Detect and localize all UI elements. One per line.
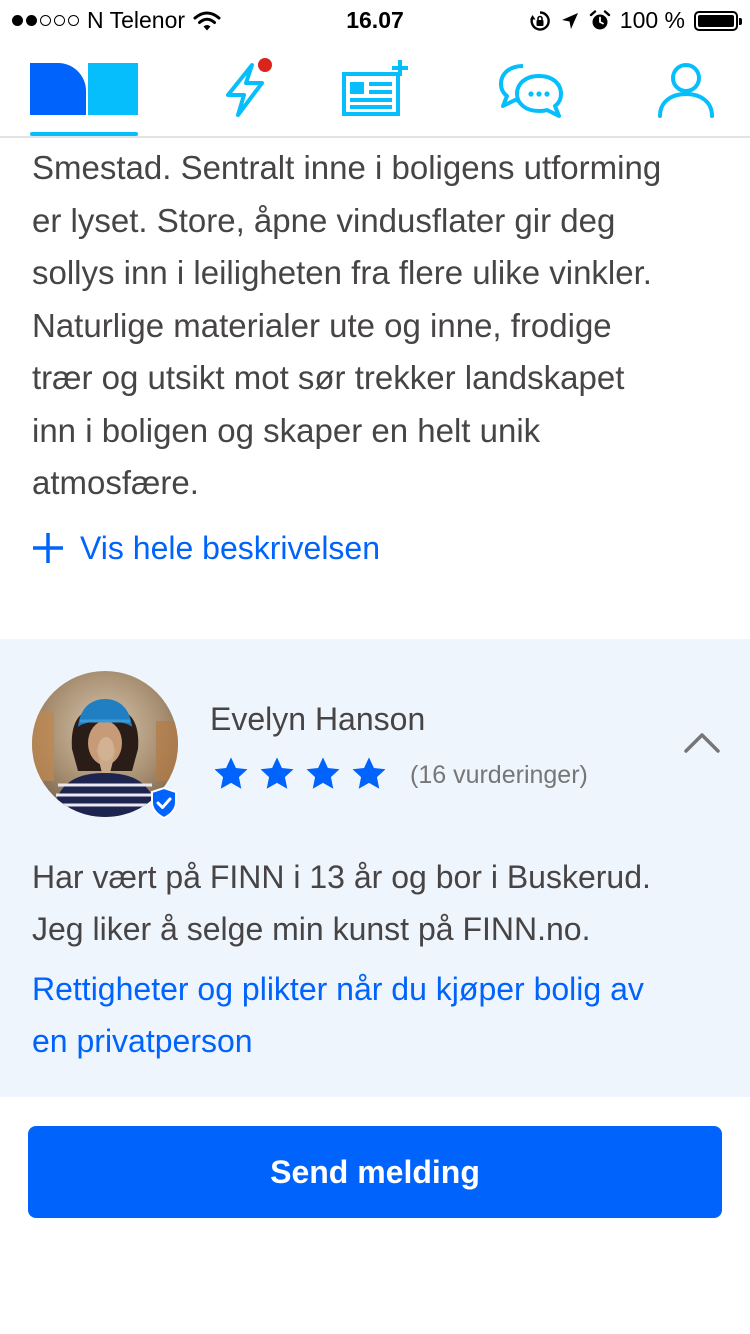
tab-new-ad[interactable]	[336, 42, 412, 136]
tab-messages[interactable]	[494, 42, 568, 136]
description-line: Smestad. Sentralt inne i boligens utform…	[32, 149, 662, 186]
description-line: sollys inn i leiligheten fra flere ulike…	[32, 254, 652, 291]
rating-count[interactable]: (16 vurderinger)	[410, 761, 588, 790]
profile-icon	[658, 63, 714, 118]
alarm-icon	[589, 9, 610, 29]
verified-badge-icon	[151, 787, 177, 819]
rotation-lock-icon	[529, 10, 550, 31]
seller-rating	[212, 755, 388, 793]
star-icon	[352, 757, 386, 789]
tab-bar	[0, 42, 750, 138]
plus-icon	[33, 533, 63, 563]
new-ad-icon	[342, 60, 408, 116]
messages-icon	[499, 64, 563, 118]
rights-link-line: Rettigheter og plikter når du kjøper bol…	[32, 971, 644, 1007]
rights-and-duties-link[interactable]: Rettigheter og plikter når du kjøper bol…	[32, 963, 722, 1067]
tab-notifications[interactable]	[208, 42, 280, 136]
star-icon	[306, 757, 340, 789]
seller-panel: Evelyn Hanson (16 vurderinger) Har vært …	[0, 639, 750, 1097]
show-more-label: Vis hele beskrivelsen	[80, 529, 381, 566]
finn-logo-icon	[30, 63, 138, 115]
bio-line: Har vært på FINN i 13 år og bor i Busker…	[32, 859, 651, 895]
seller-name[interactable]: Evelyn Hanson	[210, 701, 425, 738]
send-message-button[interactable]: Send melding	[28, 1126, 722, 1218]
description-line: Naturlige materialer ute og inne, frodig…	[32, 306, 612, 344]
bio-line: Jeg liker å selge min kunst på FINN.no.	[32, 911, 591, 947]
description-line: er lyset. Store, åpne vindusflater gir d…	[32, 201, 616, 239]
battery-icon	[694, 10, 742, 31]
description-line: inn i boligen og skaper en helt unik	[32, 411, 541, 449]
battery-percent: 100 %	[619, 7, 685, 33]
rights-link-line: en privatperson	[32, 1023, 253, 1059]
description-line: trær og utsikt mot sør trekker landskape…	[32, 359, 625, 396]
star-icon	[214, 757, 248, 789]
star-icon	[260, 757, 294, 789]
show-full-description-link[interactable]: Vis hele beskrivelsen	[32, 520, 380, 576]
description-line: atmosfære.	[32, 464, 199, 501]
seller-bio: Har vært på FINN i 13 år og bor i Busker…	[32, 851, 722, 955]
status-bar: N Telenor 16.07 100 %	[0, 0, 750, 42]
status-right: 100 %	[529, 7, 742, 34]
notification-badge	[258, 58, 272, 72]
location-arrow-icon	[561, 12, 578, 29]
tab-profile[interactable]	[654, 42, 718, 136]
description-text: Smestad. Sentralt inne i boligens utform…	[32, 142, 722, 510]
chevron-up-icon[interactable]	[684, 731, 720, 753]
tab-home[interactable]	[30, 42, 138, 136]
